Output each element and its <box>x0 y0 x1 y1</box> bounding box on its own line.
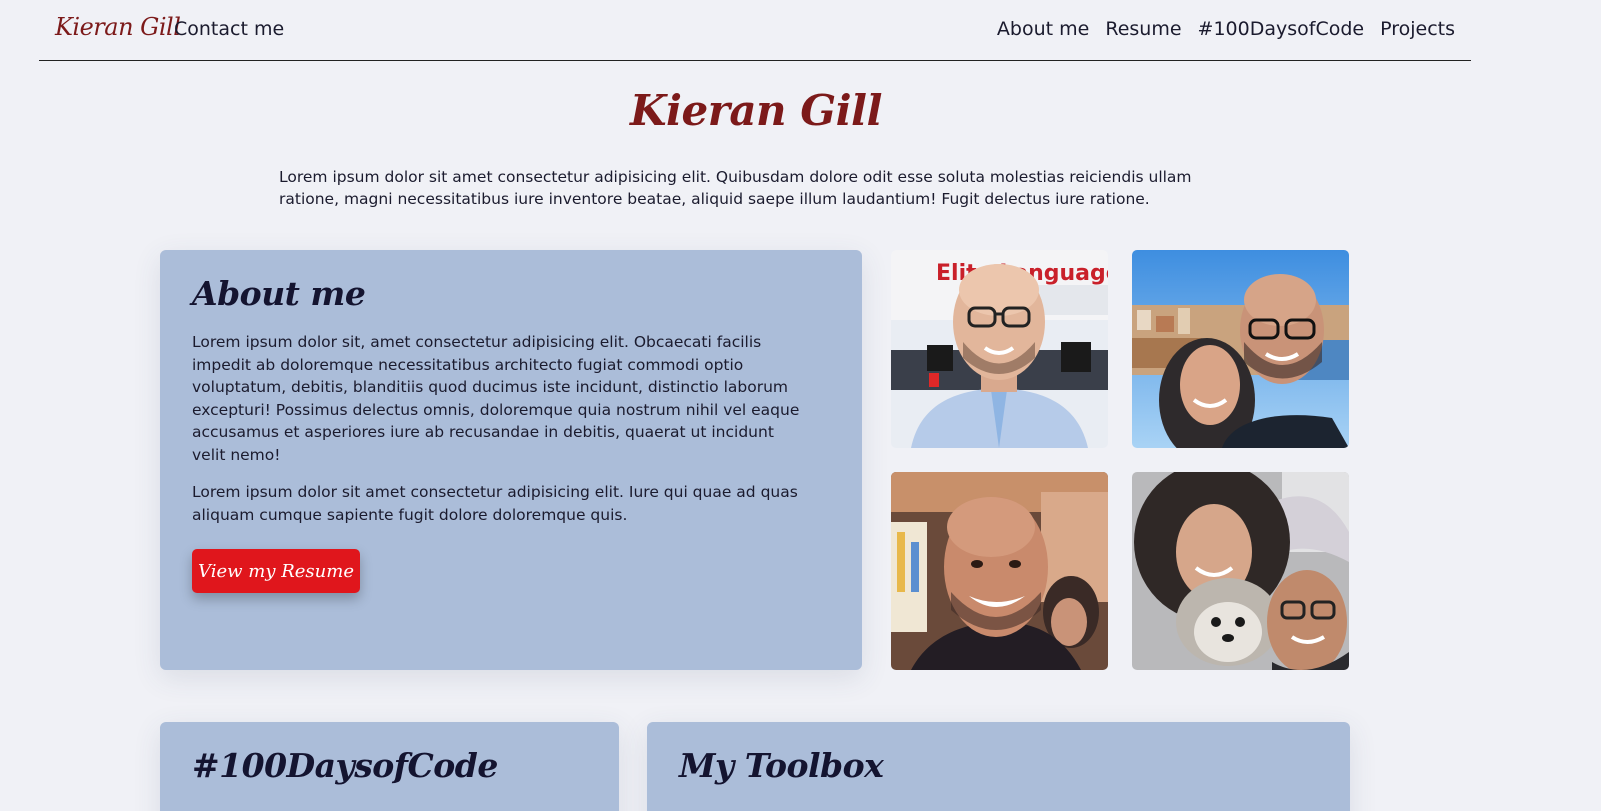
photo-couple-dog <box>1132 472 1349 670</box>
about-card: About me Lorem ipsum dolor sit, amet con… <box>160 250 862 670</box>
view-resume-button[interactable]: View my Resume <box>192 549 360 593</box>
photo-portrait-office: Elite Language Center <box>891 250 1108 448</box>
about-title: About me <box>192 274 366 313</box>
top-navbar: Kieran Gill Contact me About me Resume #… <box>39 0 1471 61</box>
photo-selfie-restaurant <box>891 472 1108 670</box>
days-of-code-title: #100DaysofCode <box>192 746 498 785</box>
photo-couple-city <box>1132 250 1349 448</box>
brand-logo-link[interactable]: Kieran Gill <box>55 13 181 41</box>
about-paragraph-2: Lorem ipsum dolor sit amet consectetur a… <box>192 483 798 524</box>
nav-contact-link[interactable]: Contact me <box>174 18 284 40</box>
nav-link-resume[interactable]: Resume <box>1105 18 1181 40</box>
toolbox-card: My Toolbox <box>647 722 1350 811</box>
days-of-code-card: #100DaysofCode <box>160 722 619 811</box>
nav-links: About me Resume #100DaysofCode Projects <box>997 18 1455 40</box>
about-paragraph-1: Lorem ipsum dolor sit, amet consectetur … <box>192 333 800 464</box>
toolbox-title: My Toolbox <box>679 746 884 785</box>
nav-link-projects[interactable]: Projects <box>1380 18 1455 40</box>
nav-link-100days[interactable]: #100DaysofCode <box>1198 18 1365 40</box>
nav-link-about[interactable]: About me <box>997 18 1089 40</box>
intro-text: Lorem ipsum dolor sit amet consectetur a… <box>279 168 1192 208</box>
page-title: Kieran Gill <box>630 86 882 135</box>
